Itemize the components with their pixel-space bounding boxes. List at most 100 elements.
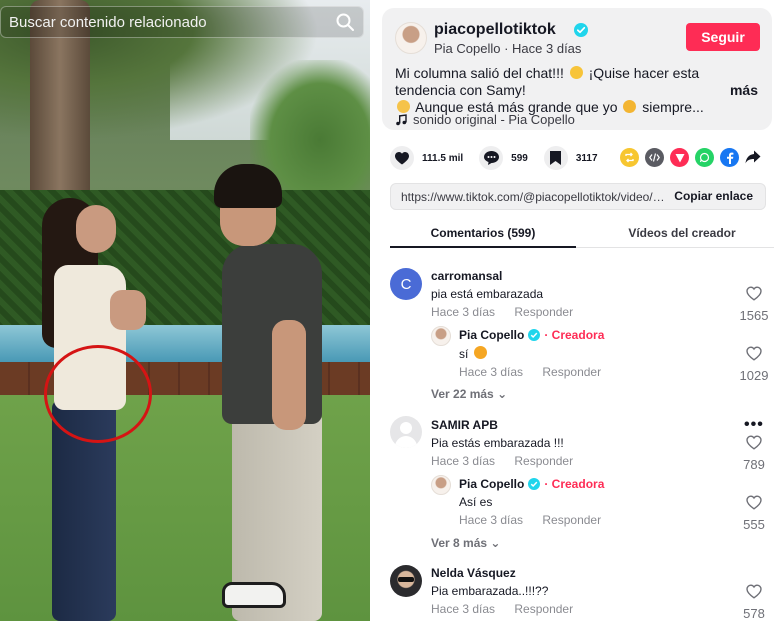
more-link[interactable]: más <box>730 82 758 98</box>
reply-time: Hace 3 días <box>459 513 524 527</box>
comment-count: 599 <box>511 152 528 164</box>
repost-icon[interactable] <box>620 148 639 167</box>
desc-part-1: Mi columna salió del chat!!! <box>395 65 564 81</box>
reply-like[interactable]: 1029 <box>739 346 769 383</box>
avatar-letter: C <box>400 275 412 293</box>
desc-part-4: siempre... <box>642 99 704 115</box>
details-panel: piacopellotiktok Pia Copello · Hace 3 dí… <box>382 0 774 621</box>
heart-icon[interactable] <box>390 146 414 170</box>
reply-item: Pia Copello · Creadora sí Hace 3 días Re… <box>459 328 604 379</box>
comment-like[interactable]: 789 <box>739 435 769 472</box>
woman-face <box>76 205 116 253</box>
creator-reply-avatar[interactable] <box>431 326 451 346</box>
reply-button[interactable]: Responder <box>514 305 573 319</box>
commenter-avatar[interactable] <box>390 416 422 448</box>
comment-item: SAMIR APB Pia estás embarazada !!! Hace … <box>431 418 573 468</box>
creator-reply-avatar[interactable] <box>431 475 451 495</box>
comment-author[interactable]: SAMIR APB <box>431 418 573 432</box>
reply-button[interactable]: Responder <box>514 602 573 616</box>
heart-outline-icon[interactable] <box>746 584 762 599</box>
comment-like[interactable]: 578 <box>739 584 769 621</box>
creator-badge: · Creadora <box>544 328 605 342</box>
tab-active-underline <box>390 246 576 248</box>
man-shoe <box>222 582 286 608</box>
search-bar[interactable]: Buscar contenido relacionado <box>0 6 364 38</box>
comment-action[interactable]: 599 <box>479 146 528 170</box>
reply-button[interactable]: Responder <box>542 513 601 527</box>
reply-like[interactable]: 555 <box>739 495 769 532</box>
like-action[interactable]: 111.5 mil <box>390 146 463 170</box>
smiling-face-icon <box>623 100 637 113</box>
reply-button[interactable]: Responder <box>542 365 601 379</box>
post-info-card: piacopellotiktok Pia Copello · Hace 3 dí… <box>382 8 772 130</box>
tab-bar: Comentarios (599) Vídeos del creador <box>390 220 774 248</box>
comment-bubble-icon[interactable] <box>479 146 504 170</box>
reply-header: Pia Copello · Creadora <box>459 328 604 342</box>
tab-creator-videos[interactable]: Vídeos del creador <box>590 226 774 240</box>
comment-author[interactable]: Nelda Vásquez <box>431 566 573 580</box>
creator-username[interactable]: piacopellotiktok <box>434 21 556 39</box>
copy-link-button[interactable]: Copiar enlace <box>674 189 753 203</box>
chevron-down-icon: ⌄ <box>490 536 501 550</box>
creator-badge: · Creadora <box>544 477 605 491</box>
reply-meta: Hace 3 días Responder <box>459 365 604 379</box>
comment-meta: Hace 3 días Responder <box>431 454 573 468</box>
view-more-replies[interactable]: Ver 8 más ⌄ <box>431 536 500 550</box>
save-count: 3117 <box>575 152 598 164</box>
whatsapp-icon[interactable] <box>695 148 714 167</box>
happy-face-icon <box>473 346 487 359</box>
send-icon[interactable] <box>670 148 689 167</box>
comment-like[interactable]: 1565 <box>739 286 769 323</box>
woman-hand <box>110 290 146 330</box>
like-count: 1565 <box>739 308 769 323</box>
sunglasses-icon <box>398 577 414 582</box>
creator-avatar[interactable] <box>395 22 427 54</box>
post-description: Mi columna salió del chat!!! ¡Quise hace… <box>395 65 759 116</box>
party-face-icon <box>569 66 583 79</box>
facebook-icon[interactable] <box>720 148 739 167</box>
comment-text: Pia estás embarazada !!! <box>431 436 564 450</box>
reply-time: Hace 3 días <box>459 365 524 379</box>
view-more-replies[interactable]: Ver 22 más ⌄ <box>431 387 507 401</box>
save-action[interactable]: 3117 <box>543 146 598 170</box>
red-circle-annotation <box>44 345 152 443</box>
verified-icon <box>574 23 588 37</box>
heart-outline-icon[interactable] <box>746 435 762 450</box>
view-more-label: Ver 8 más <box>431 536 488 550</box>
man-arm <box>272 320 306 430</box>
comment-time: Hace 3 días <box>431 305 496 319</box>
reply-button[interactable]: Responder <box>514 454 573 468</box>
video-url[interactable]: https://www.tiktok.com/@piacopellotiktok… <box>401 190 669 204</box>
heart-outline-icon[interactable] <box>746 286 762 301</box>
view-more-label: Ver 22 más <box>431 387 494 401</box>
sound-label: sonido original - Pia Copello <box>413 112 575 127</box>
follow-button[interactable]: Seguir <box>686 23 760 51</box>
chevron-down-icon: ⌄ <box>497 387 508 401</box>
comment-meta: Hace 3 días Responder <box>431 602 573 616</box>
commenter-avatar[interactable]: C <box>390 268 422 300</box>
heart-outline-icon[interactable] <box>746 495 762 510</box>
share-row <box>620 148 761 167</box>
search-input[interactable]: Buscar contenido relacionado <box>9 14 207 31</box>
bookmark-icon[interactable] <box>543 146 568 170</box>
video-player[interactable]: Buscar contenido relacionado <box>0 0 370 621</box>
commenter-avatar[interactable] <box>390 565 422 597</box>
man-hair <box>214 164 282 208</box>
reply-author[interactable]: Pia Copello <box>459 477 524 491</box>
comment-author[interactable]: carromansal <box>431 269 573 283</box>
reply-text-value: sí <box>459 347 469 361</box>
creator-subline: Pia Copello · Hace 3 días <box>434 41 582 56</box>
comment-time: Hace 3 días <box>431 602 496 616</box>
default-user-body <box>395 436 417 448</box>
search-icon[interactable] <box>335 12 355 32</box>
heart-outline-icon[interactable] <box>746 346 762 361</box>
more-options-icon[interactable]: ••• <box>744 416 764 434</box>
like-count: 1029 <box>739 368 769 383</box>
like-count: 555 <box>743 517 765 532</box>
share-arrow-icon[interactable] <box>745 150 761 166</box>
embed-icon[interactable] <box>645 148 664 167</box>
reply-author[interactable]: Pia Copello <box>459 328 524 342</box>
sound-link[interactable]: sonido original - Pia Copello <box>395 112 575 127</box>
comment-item: Nelda Vásquez Pia embarazada..!!!?? Hace… <box>431 566 573 616</box>
tab-comments[interactable]: Comentarios (599) <box>390 226 576 240</box>
